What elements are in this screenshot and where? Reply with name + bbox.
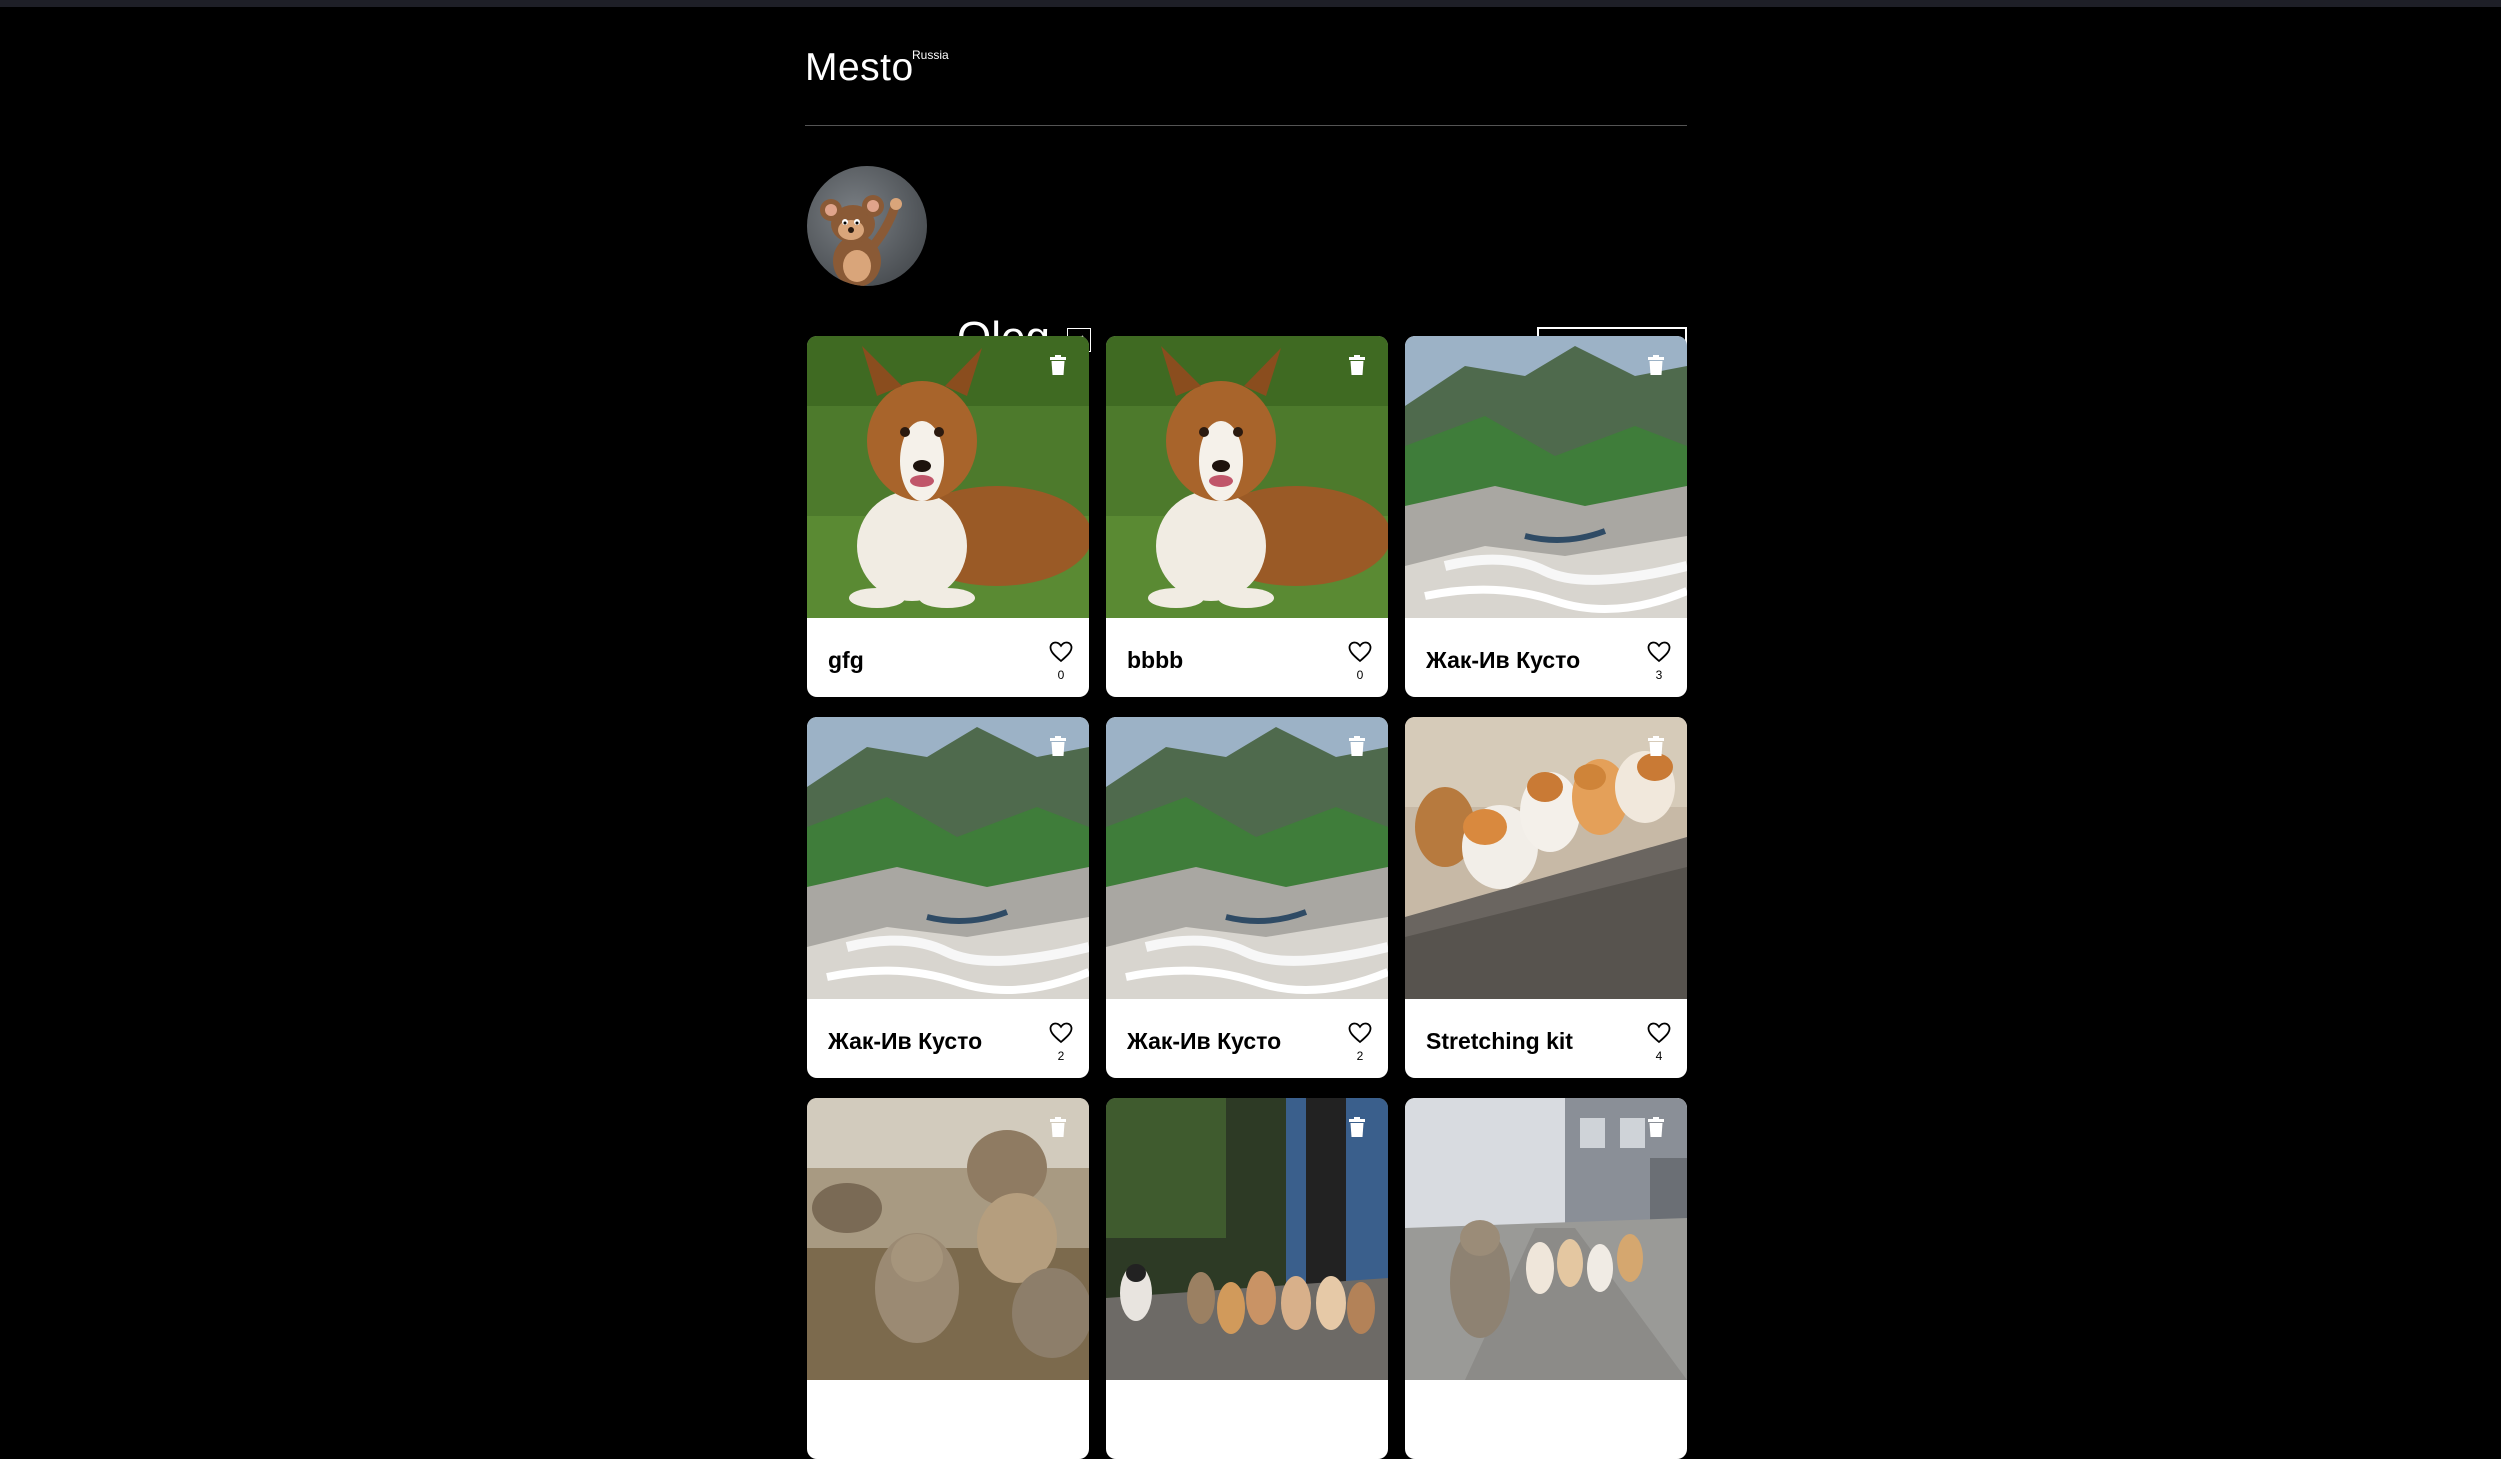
card-title: Жак-Ив Кусто [1426,647,1581,673]
card: Жак-Ив Кусто 2 [1106,717,1388,1078]
trash-icon[interactable] [1647,355,1665,375]
heart-icon[interactable] [1348,641,1372,663]
trash-icon[interactable] [1049,1117,1067,1137]
page: Mesto Russia gfg 0 bbbb 0 Жак-Ив Кусто 3… [805,0,1687,1459]
card-title: Жак-Ив Кусто [1127,1028,1282,1054]
card: Жак-Ив Кусто 2 [807,717,1089,1078]
card-image[interactable] [1405,717,1687,999]
card-footer: Жак-Ив Кусто 2 [807,999,1089,1078]
heart-icon[interactable] [1348,1022,1372,1044]
like-count: 4 [1655,1049,1663,1063]
card: Жак-Ив Кусто 3 [1405,336,1687,697]
card-image[interactable] [1405,336,1687,618]
like-count: 0 [1057,668,1065,682]
card-footer [1405,1380,1687,1459]
trash-icon[interactable] [1647,1117,1665,1137]
card-title: Stretching kit [1426,1028,1573,1054]
heart-icon[interactable] [1647,641,1671,663]
card-title: bbbb [1127,647,1184,673]
profile-avatar[interactable] [807,166,927,286]
card-footer: bbbb 0 [1106,618,1388,697]
card [1405,1098,1687,1459]
card-image[interactable] [807,717,1089,999]
logo-region-label: Russia [912,48,949,62]
like-count: 2 [1356,1049,1364,1063]
card-footer [807,1380,1089,1459]
card-image[interactable] [807,1098,1089,1380]
heart-icon[interactable] [1049,641,1073,663]
like-count: 3 [1655,668,1663,682]
heart-icon[interactable] [1647,1022,1671,1044]
card: bbbb 0 [1106,336,1388,697]
trash-icon[interactable] [1049,736,1067,756]
logo[interactable]: Mesto [805,46,914,90]
card-title: Жак-Ив Кусто [828,1028,983,1054]
card-footer: Stretching kit 4 [1405,999,1687,1078]
card-footer: Жак-Ив Кусто 2 [1106,999,1388,1078]
card-title: gfg [828,647,864,673]
trash-icon[interactable] [1647,736,1665,756]
card-image[interactable] [1106,336,1388,618]
trash-icon[interactable] [1348,355,1366,375]
card: gfg 0 [807,336,1089,697]
card-image[interactable] [1106,717,1388,999]
like-count: 2 [1057,1049,1065,1063]
card-footer: gfg 0 [807,618,1089,697]
card-image[interactable] [807,336,1089,618]
site-header: Mesto Russia [805,0,1687,126]
card-image[interactable] [1106,1098,1388,1380]
trash-icon[interactable] [1348,736,1366,756]
trash-icon[interactable] [1348,1117,1366,1137]
card [807,1098,1089,1459]
card-image[interactable] [1405,1098,1687,1380]
like-count: 0 [1356,668,1364,682]
trash-icon[interactable] [1049,355,1067,375]
card: Stretching kit 4 [1405,717,1687,1078]
heart-icon[interactable] [1049,1022,1073,1044]
card-footer [1106,1380,1388,1459]
card [1106,1098,1388,1459]
profile: Oleg neOleg [805,126,1687,390]
card-footer: Жак-Ив Кусто 3 [1405,618,1687,697]
cards-grid: gfg 0 bbbb 0 Жак-Ив Кусто 3 Жак-Ив Кусто… [807,336,1689,1459]
